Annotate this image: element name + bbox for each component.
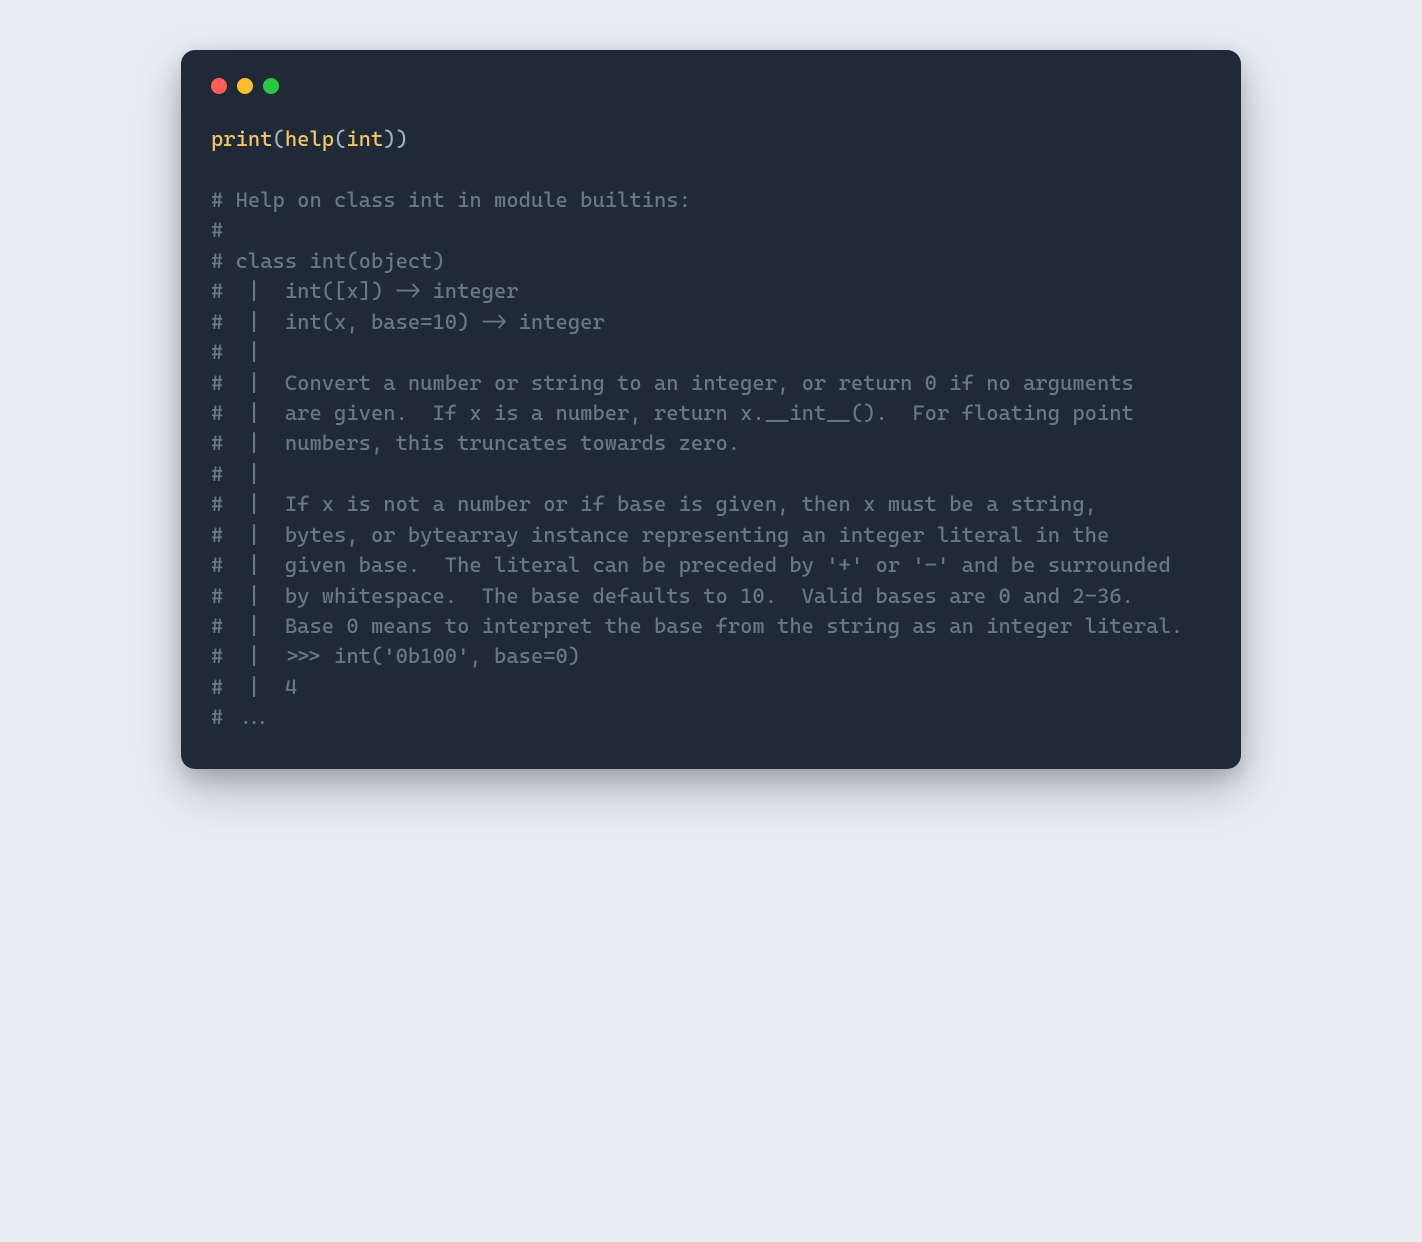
code-window: print(help(int)) # Help on class int in … [181,50,1241,769]
comment-line: # | are given. If x is a number, return … [211,398,1211,428]
comment-line: # | given base. The literal can be prece… [211,550,1211,580]
comment-line: # | Base 0 means to interpret the base f… [211,611,1211,641]
open-paren: ( [273,127,285,151]
comment-line: # | 4 [211,672,1211,702]
comment-line: # | >>> int('0b100', base=0) [211,641,1211,671]
comment-line: # | numbers, this truncates towards zero… [211,428,1211,458]
int-type: int [346,127,383,151]
code-line-call: print(help(int)) [211,124,1211,154]
open-paren-2: ( [334,127,346,151]
close-parens: )) [383,127,408,151]
code-block: print(help(int)) # Help on class int in … [211,124,1211,733]
comment-line: # | [211,337,1211,367]
zoom-icon[interactable] [263,78,279,94]
window-titlebar [211,74,1211,94]
comment-line: # | by whitespace. The base defaults to … [211,581,1211,611]
comment-line: # [211,215,1211,245]
comment-line: # Help on class int in module builtins: [211,185,1211,215]
comment-line: # | If x is not a number or if base is g… [211,489,1211,519]
blank-line [211,154,1211,184]
close-icon[interactable] [211,78,227,94]
comment-line: # | Convert a number or string to an int… [211,368,1211,398]
comment-line: # class int(object) [211,246,1211,276]
print-function: print [211,127,273,151]
help-function: help [285,127,334,151]
comment-line: # | [211,459,1211,489]
comment-line: # ... [211,702,1211,732]
comment-line: # | int(x, base=10) -> integer [211,307,1211,337]
comment-line: # | int([x]) -> integer [211,276,1211,306]
comment-line: # | bytes, or bytearray instance represe… [211,520,1211,550]
minimize-icon[interactable] [237,78,253,94]
